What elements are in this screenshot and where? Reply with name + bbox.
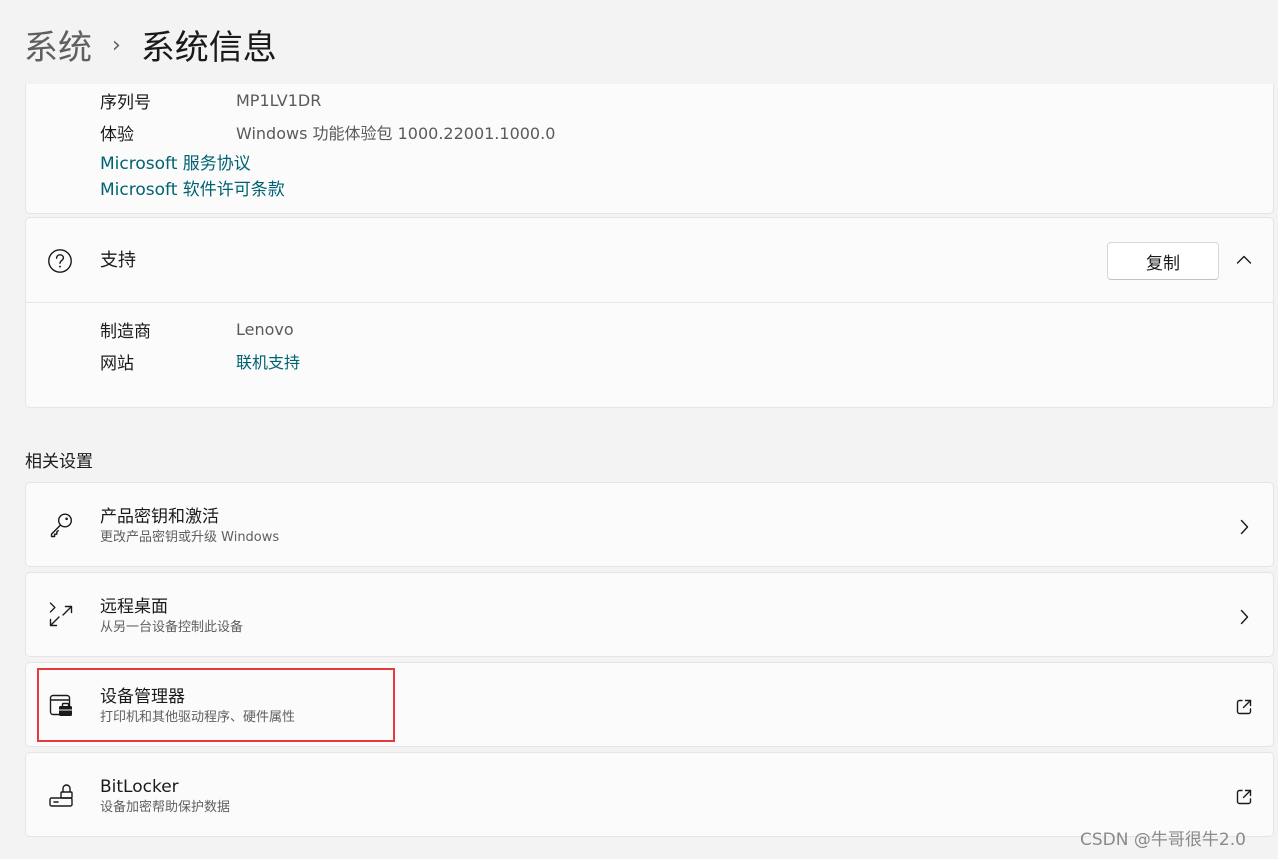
external-link-icon <box>1233 786 1255 808</box>
microsoft-services-agreement-link[interactable]: Microsoft 服务协议 <box>100 151 251 177</box>
online-support-link[interactable]: 联机支持 <box>236 349 300 373</box>
experience-label: 体验 <box>100 124 134 145</box>
product-key-activation-row[interactable]: 产品密钥和激活 更改产品密钥或升级 Windows <box>25 482 1274 567</box>
remote-desktop-icon <box>46 600 76 630</box>
remote-desktop-subtitle: 从另一台设备控制此设备 <box>100 620 244 635</box>
chevron-right-icon <box>1233 606 1255 628</box>
external-link-icon <box>1233 696 1255 718</box>
key-icon <box>46 510 76 540</box>
product-key-title: 产品密钥和激活 <box>100 507 219 527</box>
manufacturer-row: 制造商 Lenovo <box>100 316 294 342</box>
related-settings-heading: 相关设置 <box>25 452 93 472</box>
breadcrumb-parent-system[interactable]: 系统 <box>24 24 92 72</box>
device-manager-title: 设备管理器 <box>100 687 185 707</box>
serial-number-value: MP1LV1DR <box>236 90 322 110</box>
help-icon <box>47 248 73 274</box>
product-key-subtitle: 更改产品密钥或升级 Windows <box>100 530 280 545</box>
device-manager-icon <box>46 690 76 720</box>
copy-button[interactable]: 复制 <box>1107 242 1219 280</box>
support-card: 支持 复制 制造商 Lenovo 网站 联机支持 <box>25 217 1274 408</box>
manufacturer-label: 制造商 <box>100 321 151 342</box>
bitlocker-icon <box>46 780 76 810</box>
device-manager-subtitle: 打印机和其他驱动程序、硬件属性 <box>100 710 296 725</box>
microsoft-license-terms-link[interactable]: Microsoft 软件许可条款 <box>100 177 285 203</box>
windows-spec-card: 序列号 MP1LV1DR 体验 Windows 功能体验包 1000.22001… <box>25 84 1274 214</box>
chevron-up-icon[interactable] <box>1233 251 1255 269</box>
manufacturer-value: Lenovo <box>236 319 294 339</box>
bitlocker-row[interactable]: BitLocker 设备加密帮助保护数据 <box>25 752 1274 837</box>
chevron-right-icon <box>1233 516 1255 538</box>
page-title: 系统信息 <box>140 28 277 68</box>
experience-value: Windows 功能体验包 1000.22001.1000.0 <box>236 124 556 143</box>
serial-number-row: 序列号 MP1LV1DR <box>100 87 321 113</box>
bitlocker-title: BitLocker <box>100 777 179 797</box>
bitlocker-subtitle: 设备加密帮助保护数据 <box>100 800 231 815</box>
breadcrumb-separator: › <box>112 33 121 58</box>
support-title: 支持 <box>100 250 136 271</box>
device-manager-row[interactable]: 设备管理器 打印机和其他驱动程序、硬件属性 <box>25 662 1274 747</box>
remote-desktop-title: 远程桌面 <box>100 597 168 617</box>
csdn-watermark: CSDN @牛哥很牛2.0 <box>1080 830 1246 850</box>
support-header[interactable]: 支持 复制 <box>26 218 1273 303</box>
serial-number-label: 序列号 <box>100 92 151 113</box>
breadcrumb: 系统 › 系统信息 <box>24 24 277 72</box>
remote-desktop-row[interactable]: 远程桌面 从另一台设备控制此设备 <box>25 572 1274 657</box>
website-label: 网站 <box>100 353 134 374</box>
website-row: 网站 联机支持 <box>100 348 300 374</box>
experience-row: 体验 Windows 功能体验包 1000.22001.1000.0 <box>100 119 555 145</box>
